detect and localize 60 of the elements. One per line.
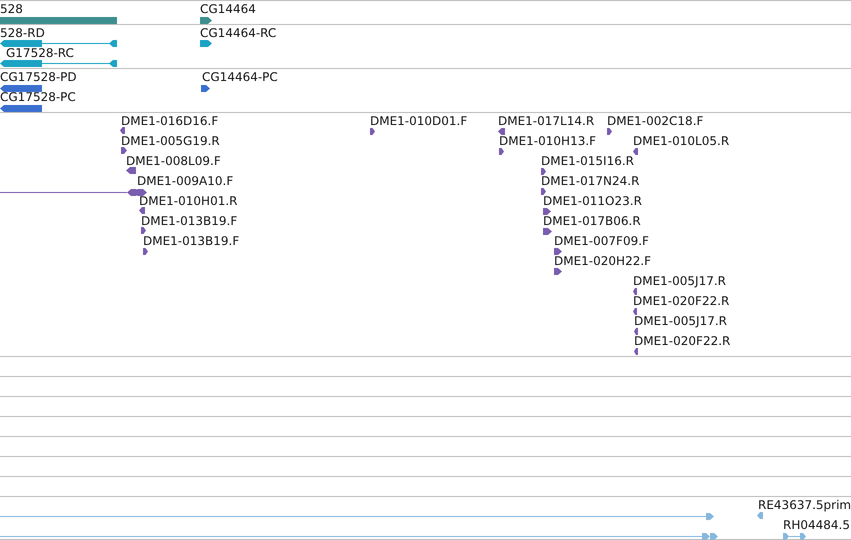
feature-label[interactable]: DME1-010L05.R (633, 134, 730, 148)
feature-glyph (633, 288, 637, 295)
feature-glyph (607, 128, 612, 135)
feature-glyph (143, 248, 148, 255)
feature-glyph (200, 17, 212, 24)
feature-label[interactable]: DME1-020F22.R (633, 294, 730, 308)
feature-glyph (126, 167, 136, 174)
feature-glyph (121, 147, 127, 154)
feature-glyph (141, 227, 146, 234)
feature-glyph (139, 207, 145, 214)
feature-glyph (554, 248, 562, 255)
feature-label[interactable]: DME1-007F09.F (554, 234, 649, 248)
feature-glyph (554, 268, 562, 275)
feature-label[interactable]: CG14464-RC (200, 26, 276, 40)
feature-glyph (543, 228, 552, 235)
feature-label[interactable]: CG14464-PC (202, 70, 278, 84)
feature-glyph (499, 148, 504, 155)
feature-label[interactable]: DME1-017L14.R (498, 114, 594, 128)
feature-label[interactable]: CG17528-PC (0, 90, 76, 104)
feature-glyph (634, 328, 638, 335)
feature-label[interactable]: DME1-005G19.R (121, 134, 220, 148)
feature-label[interactable]: DME1-002C18.F (607, 114, 704, 128)
feature-label[interactable]: DME1-013B19.F (141, 214, 238, 228)
feature-label[interactable]: 528 (0, 2, 23, 16)
feature-glyph (0, 85, 42, 92)
feature-label[interactable]: DME1-010H13.F (499, 134, 596, 148)
feature-label[interactable]: DME1-005J17.R (634, 314, 728, 328)
feature-label[interactable]: DME1-016D16.F (121, 114, 218, 128)
feature-label[interactable]: 528-RD (0, 26, 45, 40)
feature-glyph (757, 512, 763, 519)
feature-label[interactable]: DME1-020H22.F (554, 254, 652, 268)
feature-glyph (543, 208, 551, 215)
feature-label[interactable]: DME1-017N24.R (541, 174, 640, 188)
feature-label[interactable]: DME1-009A10.F (137, 174, 234, 188)
feature-label[interactable]: G17528-RC (6, 46, 74, 60)
feature-glyph (633, 308, 637, 315)
feature-glyph (120, 127, 125, 134)
feature-label[interactable]: DME1-017B06.R (543, 214, 641, 228)
feature-glyph (201, 85, 210, 92)
feature-glyph (783, 533, 806, 540)
feature-label[interactable]: DME1-020F22.R (634, 334, 730, 348)
feature-glyph (634, 348, 638, 355)
feature-label[interactable]: DME1-010H01.R (139, 194, 238, 208)
feature-glyph (200, 40, 212, 47)
feature-glyph (541, 188, 546, 195)
feature-glyph (370, 128, 375, 135)
feature-label[interactable]: RE43637.5prim (758, 498, 851, 512)
feature-label[interactable]: DME1-010D01.F (370, 114, 468, 128)
feature-label[interactable]: CG17528-PD (0, 70, 77, 84)
feature-label[interactable]: CG14464 (200, 2, 256, 16)
feature-glyph (633, 148, 638, 155)
feature-label[interactable]: DME1-005J17.R (633, 274, 726, 288)
feature-label[interactable]: DME1-015I16.R (541, 154, 634, 168)
feature-glyph (541, 168, 546, 175)
feature-label[interactable]: DME1-013B19.F (143, 234, 240, 248)
feature-label[interactable]: DME1-008L09.F (126, 154, 221, 168)
feature-glyph (0, 105, 42, 112)
feature-label[interactable]: DME1-011O23.R (543, 194, 642, 208)
feature-label[interactable]: RH04484.5 (783, 518, 850, 532)
feature-glyph (498, 128, 505, 135)
